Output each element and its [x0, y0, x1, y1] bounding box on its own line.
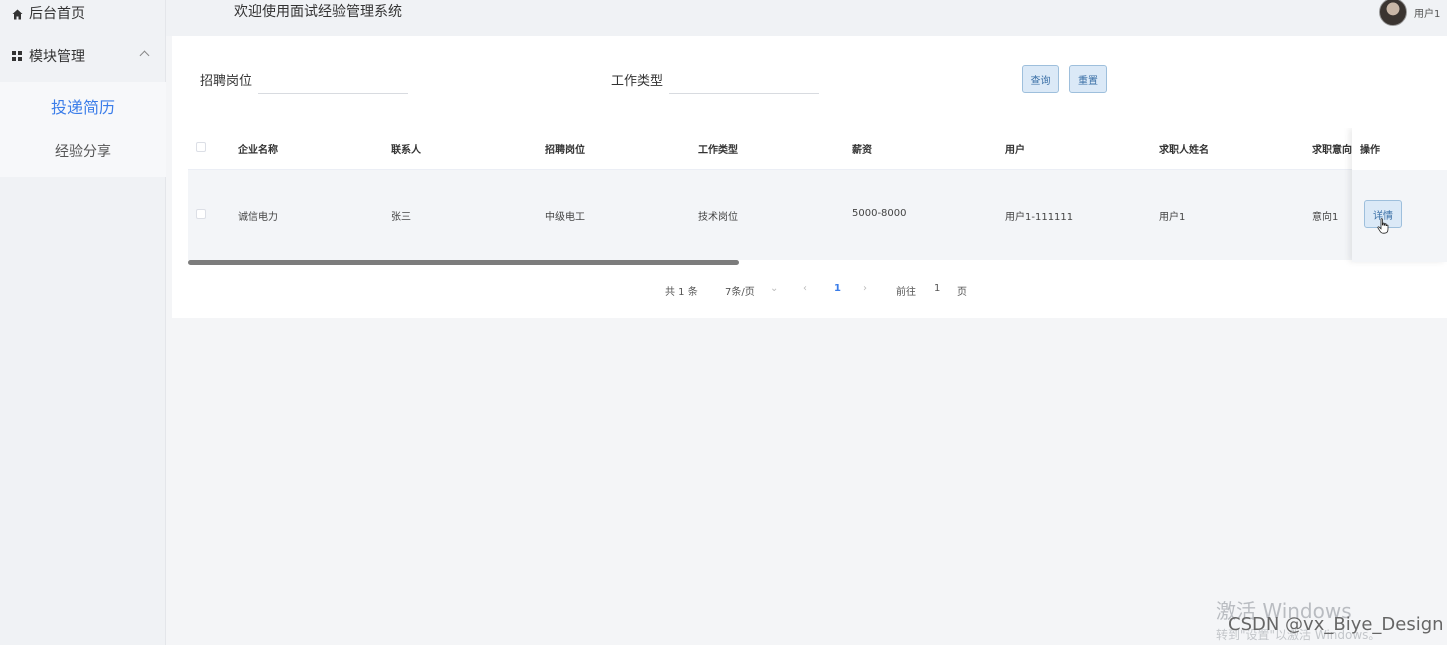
column-header: 工作类型 [698, 145, 738, 156]
column-header: 用户 [1005, 145, 1025, 156]
type-filter-input[interactable] [669, 70, 819, 94]
table-cell: 张三 [391, 212, 411, 223]
chevron-down-icon[interactable]: ⌄ [770, 283, 778, 294]
table-cell: 5000-8000 [852, 208, 907, 219]
action-column: 操作 详情 [1352, 128, 1447, 262]
sidebar: 后台首页 模块管理 投递简历 经验分享 [0, 0, 166, 645]
top-header: 欢迎使用面试经验管理系统 用户1 [166, 0, 1447, 36]
search-button[interactable]: 查询 [1022, 65, 1059, 93]
table-cell: 意向1 [1312, 212, 1339, 223]
chevron-up-icon [139, 50, 150, 61]
reset-button[interactable]: 重置 [1069, 65, 1107, 93]
main-panel: 招聘岗位 工作类型 查询 重置 企业名称 联系人 招聘岗位 工作类型 薪资 用户… [172, 36, 1447, 318]
goto-suffix: 页 [957, 287, 967, 298]
page-size-select[interactable]: 7条/页 [725, 283, 755, 298]
position-filter-label: 招聘岗位 [200, 74, 253, 89]
table-cell: 用户1-111111 [1005, 212, 1074, 223]
sidebar-item-experience[interactable]: 经验分享 [0, 141, 166, 161]
table-cell: 诚信电力 [238, 212, 278, 223]
action-cell: 详情 [1352, 170, 1447, 262]
type-filter-label: 工作类型 [611, 74, 664, 89]
sidebar-submenu: 投递简历 经验分享 [0, 82, 166, 177]
row-checkbox[interactable] [196, 209, 206, 219]
position-filter-input[interactable] [258, 70, 408, 94]
pagination-total: 共 1 条 [665, 287, 698, 298]
next-page-icon[interactable]: › [863, 283, 867, 294]
column-header: 薪资 [852, 145, 872, 156]
column-header: 求职人姓名 [1159, 145, 1209, 156]
horizontal-scrollbar[interactable] [188, 260, 739, 265]
sidebar-module-label: 模块管理 [29, 49, 85, 65]
column-header: 联系人 [391, 145, 421, 156]
select-all-checkbox[interactable] [196, 142, 206, 152]
sidebar-item-module[interactable]: 模块管理 [12, 46, 152, 66]
goto-label: 前往 [896, 287, 916, 298]
current-page[interactable]: 1 [834, 283, 841, 294]
column-header: 求职意向 [1312, 145, 1352, 156]
table-cell: 用户1 [1159, 212, 1186, 223]
prev-page-icon[interactable]: ‹ [803, 283, 807, 294]
user-name[interactable]: 用户1 [1414, 5, 1440, 20]
avatar[interactable] [1379, 0, 1407, 26]
table-row: 诚信电力 张三 中级电工 技术岗位 5000-8000 用户1-111111 用… [188, 170, 1447, 260]
sidebar-home-label: 后台首页 [29, 6, 85, 22]
sidebar-item-home[interactable]: 后台首页 [12, 3, 85, 23]
goto-page-input[interactable]: 1 [934, 283, 940, 294]
table-cell: 中级电工 [545, 212, 585, 223]
column-header: 招聘岗位 [545, 145, 585, 156]
grid-icon [12, 51, 23, 61]
csdn-watermark: CSDN @vx_Biye_Design [1228, 614, 1444, 635]
home-icon [12, 8, 23, 19]
sidebar-item-resume[interactable]: 投递简历 [0, 94, 166, 118]
table-cell: 技术岗位 [698, 212, 738, 223]
data-table: 企业名称 联系人 招聘岗位 工作类型 薪资 用户 求职人姓名 求职意向 诚信电力… [188, 128, 1447, 270]
column-header: 企业名称 [238, 145, 278, 156]
column-header: 操作 [1360, 145, 1380, 156]
page-title: 欢迎使用面试经验管理系统 [234, 4, 402, 20]
table-header: 企业名称 联系人 招聘岗位 工作类型 薪资 用户 求职人姓名 求职意向 [188, 128, 1447, 170]
hand-cursor-icon [1377, 218, 1389, 234]
